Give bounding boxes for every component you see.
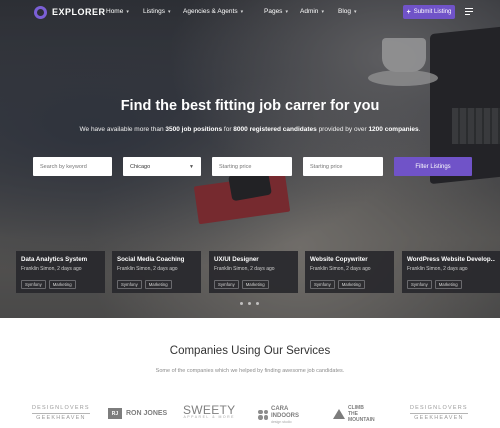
job-title[interactable]: Website Copywriter: [310, 256, 389, 263]
menu-item-label: Pages: [264, 8, 283, 15]
climb-the-mountain-logo[interactable]: CLIMB THE MOUNTAIN: [333, 405, 375, 423]
plus-icon: +: [406, 8, 411, 16]
location-value: Chicago: [130, 163, 151, 170]
job-tag[interactable]: Symfony: [214, 280, 239, 289]
company-logos: DESIGNLOVERS GEEKHEAVEN RJ RON JONES SWE…: [0, 402, 500, 428]
chevron-down-icon: ▼: [189, 163, 194, 170]
menu-item-agencies[interactable]: Agencies & Agents ▾: [183, 8, 264, 15]
carousel-dot[interactable]: [240, 302, 243, 305]
menu-item-home[interactable]: Home ▾: [106, 8, 143, 15]
hero-section: EXPLORER Home ▾ Listings ▾ Agencies & Ag…: [0, 0, 500, 318]
menu-item-blog[interactable]: Blog ▾: [338, 8, 368, 15]
job-meta: Franklin Simon, 2 days ago: [21, 266, 82, 272]
menu-item-label: Agencies & Agents: [183, 8, 238, 15]
logo-icon[interactable]: [34, 6, 47, 19]
mountain-icon: [333, 409, 345, 419]
cara-mark-icon: [258, 409, 268, 420]
hero-headline: Find the best fitting job carrer for you: [120, 98, 380, 114]
job-title[interactable]: UX/UI Designer: [214, 256, 293, 263]
job-tag[interactable]: Symfony: [310, 280, 335, 289]
menu-item-pages[interactable]: Pages ▾: [264, 8, 300, 15]
job-card[interactable]: Website Copywriter Franklin Simon, 2 day…: [305, 251, 394, 293]
chevron-down-icon: ▾: [168, 8, 171, 15]
cara-indoors-logo[interactable]: CARA INDOORS design studio: [258, 406, 299, 424]
job-tag[interactable]: Marketing: [434, 280, 462, 289]
job-title[interactable]: Data Analytics System: [21, 256, 100, 263]
menu-item-label: Admin: [300, 8, 319, 15]
job-meta: Franklin Simon, 2 days ago: [214, 266, 275, 272]
brand-name[interactable]: EXPLORER: [52, 7, 106, 17]
job-meta: Franklin Simon, 2 days ago: [310, 266, 371, 272]
carousel-dot[interactable]: [256, 302, 259, 305]
menu-item-label: Home: [106, 8, 124, 15]
job-carousel: Data Analytics System Franklin Simon, 2 …: [16, 251, 500, 293]
menu-item-listings[interactable]: Listings ▾: [143, 8, 183, 15]
menu-item-label: Listings: [143, 8, 166, 15]
job-tag[interactable]: Marketing: [241, 280, 269, 289]
job-card[interactable]: WordPress Website Develop... Franklin Si…: [402, 251, 500, 293]
main-menu: Home ▾ Listings ▾ Agencies & Agents ▾ Pa…: [106, 8, 368, 15]
carousel-dot[interactable]: [248, 302, 251, 305]
candidate-count: 8000 registered candidates: [233, 126, 317, 133]
job-tag[interactable]: Symfony: [407, 280, 432, 289]
companies-title: Companies Using Our Services: [169, 345, 331, 357]
job-tag[interactable]: Marketing: [337, 280, 365, 289]
filter-listings-button[interactable]: Filter Listings: [394, 157, 472, 176]
second-price-input[interactable]: [303, 157, 383, 176]
chevron-down-icon: ▾: [321, 8, 324, 15]
job-meta: Franklin Simon, 2 days ago: [407, 266, 468, 272]
job-tag[interactable]: Marketing: [48, 280, 76, 289]
designlovers-logo[interactable]: DESIGNLOVERS GEEKHEAVEN: [32, 405, 90, 423]
submit-listing-label: Submit Listing: [413, 9, 452, 15]
job-title[interactable]: Social Media Coaching: [117, 256, 196, 263]
job-tag[interactable]: Symfony: [117, 280, 142, 289]
job-tag[interactable]: Marketing: [144, 280, 172, 289]
chevron-down-icon: ▾: [285, 8, 288, 15]
ron-jones-logo[interactable]: RJ RON JONES: [108, 408, 167, 419]
top-navbar: EXPLORER Home ▾ Listings ▾ Agencies & Ag…: [0, 0, 500, 26]
submit-listing-button[interactable]: + Submit Listing: [403, 5, 455, 19]
hero-subline: We have available more than 3500 job pos…: [79, 126, 421, 133]
menu-item-label: Blog: [338, 8, 352, 15]
job-card[interactable]: Social Media Coaching Franklin Simon, 2 …: [112, 251, 201, 293]
hamburger-menu-icon[interactable]: [465, 8, 473, 15]
job-count: 3500 job positions: [165, 126, 223, 133]
location-select[interactable]: Chicago ▼: [123, 157, 201, 176]
keyword-search-input[interactable]: [33, 157, 112, 176]
job-meta: Franklin Simon, 2 days ago: [117, 266, 178, 272]
job-tag[interactable]: Symfony: [21, 280, 46, 289]
job-title[interactable]: WordPress Website Develop...: [407, 256, 495, 263]
menu-item-admin[interactable]: Admin ▾: [300, 8, 338, 15]
designlovers-logo-2[interactable]: DESIGNLOVERS GEEKHEAVEN: [410, 405, 468, 423]
companies-subtitle: Some of the companies which we helped by…: [155, 368, 345, 374]
job-card[interactable]: Data Analytics System Franklin Simon, 2 …: [16, 251, 105, 293]
sweety-logo[interactable]: SWEETY APPAREL & MORE: [183, 404, 235, 420]
carousel-pagination: [240, 302, 259, 305]
rj-mark: RJ: [108, 408, 122, 419]
chevron-down-icon: ▾: [354, 8, 357, 15]
chevron-down-icon: ▾: [240, 8, 244, 15]
starting-price-input[interactable]: [212, 157, 292, 176]
job-card[interactable]: UX/UI Designer Franklin Simon, 2 days ag…: [209, 251, 298, 293]
company-count: 1200 companies: [368, 126, 419, 133]
chevron-down-icon: ▾: [126, 8, 129, 15]
